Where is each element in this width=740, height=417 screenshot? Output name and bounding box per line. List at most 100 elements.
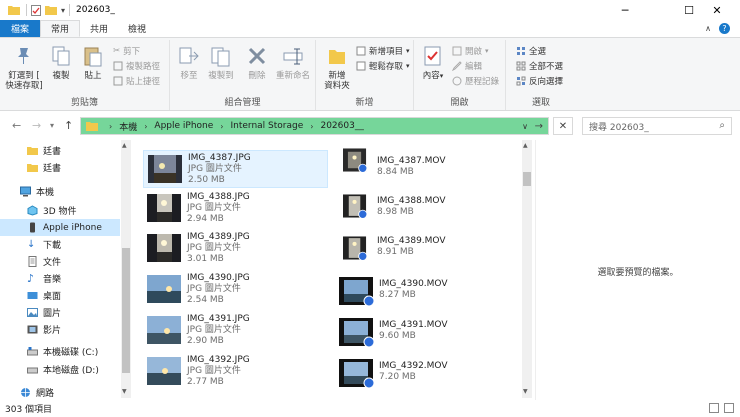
nav-item-desktop[interactable]: 桌面 [0,287,120,304]
nav-scrollbar[interactable]: ▲ ▼ [121,140,131,398]
breadcrumb-apple-iphone[interactable]: Apple iPhone [154,121,213,131]
properties-icon[interactable] [31,4,41,16]
tab-view[interactable]: 檢視 [118,20,156,37]
file-list-scrollbar-thumb[interactable] [523,172,531,186]
scroll-down-arrow-icon[interactable]: ▼ [122,388,127,395]
nav-item-documents[interactable]: 文件 [0,253,120,270]
nav-item-pinned-folder-2[interactable]: 廷書 [0,159,120,176]
file-item-jpg-3[interactable]: IMG_4389.JPG JPG 圖片文件 3.01 MB [143,230,328,268]
file-size: 8.84 MB [377,167,414,177]
file-item-mov-3[interactable]: IMG_4389.MOV 8.91 MB [335,230,520,268]
file-item-jpg-4[interactable]: IMG_4390.JPG JPG 圖片文件 2.54 MB [143,271,328,309]
new-folder-button[interactable]: 新增 資料夾 [320,44,354,91]
breadcrumb-this-pc[interactable]: 本機 [119,120,137,133]
file-item-jpg-2[interactable]: IMG_4388.JPG JPG 圖片文件 2.94 MB [143,190,328,228]
file-item-jpg-6[interactable]: IMG_4392.JPG JPG 圖片文件 2.77 MB [143,353,328,391]
address-bar[interactable]: › 本機 › Apple iPhone › Internal Storage ›… [80,117,549,135]
file-list-scrollbar[interactable]: ▲ ▼ [522,140,532,398]
new-group: 新增 資料夾 新增項目 ▾ 輕鬆存取 ▾ 新增 [316,40,414,110]
new-item-button[interactable]: 新增項目 ▾ [356,45,410,57]
phone-icon [30,222,35,233]
forward-arrow-icon[interactable]: → [32,119,41,132]
minimize-button[interactable]: ─ [602,0,648,20]
file-name: IMG_4392.JPG [187,355,250,365]
file-item-mov-1[interactable]: IMG_4387.MOV 8.84 MB [335,142,520,180]
details-view-icon[interactable] [709,403,719,413]
copy-path-button[interactable]: 複製路徑 [113,60,160,72]
chevron-right-icon[interactable]: › [144,122,147,131]
close-button[interactable]: ✕ [694,0,740,20]
scroll-up-arrow-icon[interactable]: ▲ [523,142,528,149]
paste-shortcut-button[interactable]: 貼上捷徑 [113,75,160,87]
document-icon [28,256,37,267]
pin-quick-access-button[interactable]: 釘選到 [ 快速存取] [5,44,43,91]
nav-item-pinned-folder-1[interactable]: 廷書 [0,142,120,159]
select-none-button[interactable]: 全部不選 [516,60,563,72]
easy-access-icon [356,61,366,71]
cut-button[interactable]: ✂ 剪下 [113,45,140,57]
search-input[interactable]: 搜尋 202603_ ⌕ [582,117,732,135]
nav-item-apple-iphone[interactable]: Apple iPhone [0,219,120,236]
file-item-jpg-1[interactable]: IMG_4387.JPG JPG 圖片文件 2.50 MB [143,150,328,188]
file-item-mov-6[interactable]: IMG_4392.MOV 7.20 MB [335,355,520,393]
nav-item-3d-objects[interactable]: 3D 物件 [0,202,120,219]
file-item-jpg-5[interactable]: IMG_4391.JPG JPG 圖片文件 2.90 MB [143,312,328,350]
breadcrumb-current-folder[interactable]: 202603__ [320,121,363,131]
chevron-down-icon[interactable]: ∨ [522,122,528,131]
edit-button[interactable]: 編輯 [452,60,482,72]
paste-shortcut-icon [113,76,123,86]
properties-button[interactable]: 內容▾ [420,44,446,81]
refresh-icon[interactable]: → [535,121,543,132]
file-item-mov-4[interactable]: IMG_4390.MOV 8.27 MB [335,273,520,311]
nav-item-videos[interactable]: 影片 [0,321,120,338]
copy-to-button[interactable]: 複製到 [206,44,236,81]
nav-item-this-pc[interactable]: 本機 [0,183,120,200]
tab-share[interactable]: 共用 [80,20,118,37]
recent-locations-icon[interactable]: ▾ [50,121,54,130]
back-arrow-icon[interactable]: ← [12,119,21,132]
new-folder-icon [329,50,345,64]
nav-item-drive-c[interactable]: 本機磁碟 (C:) [0,343,120,360]
delete-button[interactable]: 刪除 [244,44,270,81]
properties-label: 內容▾ [422,71,444,81]
cancel-button[interactable]: ✕ [553,117,573,135]
desktop-icon [27,292,38,299]
scroll-down-arrow-icon[interactable]: ▼ [523,388,528,395]
new-folder-icon[interactable] [45,5,57,15]
open-button[interactable]: 開啟 ▾ [452,45,489,57]
file-item-mov-2[interactable]: IMG_4388.MOV 8.98 MB [335,188,520,226]
collapse-ribbon-icon[interactable]: ∧ [705,24,711,33]
nav-item-network[interactable]: 網路 [0,384,120,401]
file-name: IMG_4388.MOV [377,196,446,206]
breadcrumb-internal-storage[interactable]: Internal Storage [231,121,304,131]
status-bar: 303 個項目 [0,400,740,417]
chevron-right-icon[interactable]: › [310,122,313,131]
customize-quick-access-icon[interactable]: ▾ [61,6,65,15]
file-item-mov-5[interactable]: IMG_4391.MOV 9.60 MB [335,314,520,352]
nav-scrollbar-thumb[interactable] [122,248,130,373]
chevron-right-icon[interactable]: › [220,122,223,131]
file-meta: IMG_4391.JPG JPG 圖片文件 2.90 MB [187,314,250,347]
select-all-button[interactable]: 全選 [516,45,546,57]
scroll-up-arrow-icon[interactable]: ▲ [122,142,127,149]
nav-item-music[interactable]: ♪ 音樂 [0,270,120,287]
up-arrow-icon[interactable]: ↑ [64,119,73,132]
rename-button[interactable]: 重新命名 [274,44,312,81]
nav-item-pictures[interactable]: 圖片 [0,304,120,321]
chevron-right-icon[interactable]: › [109,122,112,131]
easy-access-button[interactable]: 輕鬆存取 ▾ [356,60,410,72]
help-icon[interactable]: ? [719,23,730,34]
organize-group-label: 組合管理 [224,98,261,108]
clipboard-group: 釘選到 [ 快速存取] 複製 貼上 ✂ 剪下 複製路徑 貼上捷徑 剪貼簿 [0,40,170,110]
copy-button[interactable]: 複製 [48,44,74,81]
tab-file[interactable]: 檔案 [0,20,41,37]
tab-home[interactable]: 常用 [40,20,81,37]
nav-item-drive-d[interactable]: 本地磁盘 (D:) [0,361,120,378]
nav-item-downloads[interactable]: ↓ 下載 [0,236,120,253]
paste-button[interactable]: 貼上 [80,44,106,81]
photo-thumbnail [147,316,181,344]
large-icons-view-icon[interactable] [724,403,734,413]
history-button[interactable]: 歷程記錄 [452,75,499,87]
move-to-button[interactable]: 移至 [176,44,202,81]
invert-selection-button[interactable]: 反向選擇 [516,75,563,87]
